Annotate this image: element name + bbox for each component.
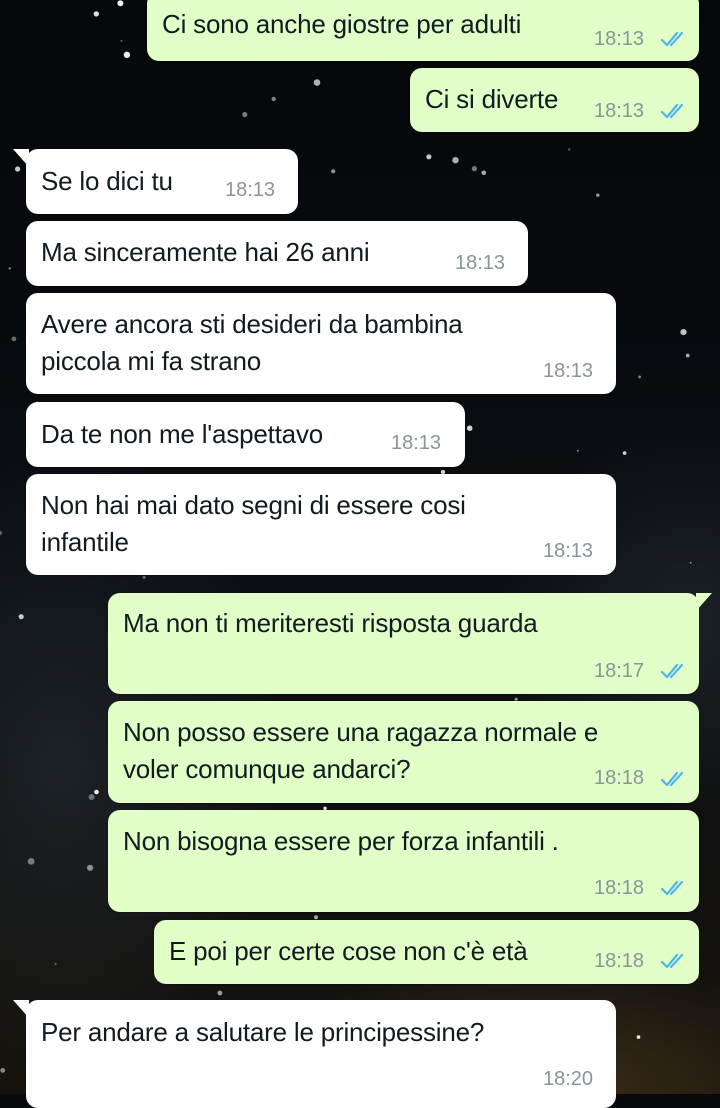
snowflake (93, 11, 100, 17)
message-timestamp: 18:18 (594, 877, 645, 899)
snowflake (142, 575, 146, 579)
message-bubble-incoming[interactable]: Non hai mai dato segni di essere cosi in… (26, 474, 616, 575)
snowflake (596, 193, 600, 197)
message-text: Non posso essere una ragazza normale e (123, 717, 599, 747)
message-text: Ma non ti meriteresti risposta guarda (123, 608, 538, 638)
message-bubble-outgoing[interactable]: Non bisogna essere per forza infantili .… (108, 810, 699, 912)
snowflake (217, 990, 223, 996)
snowflake (120, 39, 123, 42)
snowflake (0, 531, 3, 535)
snowflake (313, 79, 321, 86)
snowflake (18, 614, 24, 620)
read-double-check-icon (661, 880, 684, 896)
snowflake (638, 375, 641, 379)
message-text: E poi per certe cose non c'è età (169, 936, 528, 966)
snowflake (314, 915, 318, 920)
message-timestamp: 18:13 (543, 360, 594, 382)
snowflake (271, 96, 276, 102)
message-text: Non hai mai dato segni di essere cosi (41, 490, 466, 520)
snowflake (242, 112, 248, 118)
snowflake (11, 336, 17, 342)
read-double-check-icon (661, 31, 684, 47)
snowflake (622, 451, 627, 455)
snowflake (94, 789, 99, 795)
message-timestamp: 18:13 (391, 432, 442, 454)
snowflake (685, 353, 690, 358)
message-timestamp: 18:13 (594, 100, 645, 122)
message-text: Da te non me l'aspettavo (41, 419, 323, 449)
message-timestamp: 18:13 (594, 28, 645, 50)
read-double-check-icon (661, 953, 684, 969)
message-timestamp: 18:17 (594, 660, 645, 682)
snowflake (689, 561, 692, 564)
message-text: Ci sono anche giostre per adulti (162, 9, 522, 39)
message-text: Non bisogna essere per forza infantili . (123, 826, 559, 856)
message-text: piccola mi fa strano (41, 346, 261, 376)
snowflake (466, 425, 473, 432)
snowflake (680, 329, 687, 336)
message-bubble-incoming[interactable]: Per andare a salutare le principessine? … (13, 1000, 616, 1108)
message-timestamp: 18:18 (594, 767, 645, 789)
message-bubble-outgoing[interactable]: Non posso essere una ragazza normale e v… (108, 701, 699, 803)
snowflake (426, 154, 432, 160)
message-timestamp: 18:20 (543, 1068, 594, 1090)
message-bubble-outgoing[interactable]: E poi per certe cose non c'è età 18:18 (154, 920, 699, 984)
snowflake (471, 166, 477, 172)
snowflake (88, 794, 95, 800)
snowflake (15, 166, 21, 172)
snowflake (452, 157, 459, 164)
message-bubble-incoming[interactable]: Da te non me l'aspettavo 18:13 (26, 402, 465, 467)
snowflake (27, 858, 35, 865)
message-text: infantile (41, 527, 129, 557)
message-bubble-outgoing[interactable]: Ci sono anche giostre per adulti 18:13 (147, 0, 699, 61)
message-bubble-incoming[interactable]: Se lo dici tu 18:13 (13, 149, 298, 214)
snowflake (331, 169, 336, 174)
message-bubble-outgoing[interactable]: Ci si diverte 18:13 (410, 68, 699, 132)
message-text: Per andare a salutare le principessine? (41, 1017, 485, 1047)
message-text: voler comunque andarci? (123, 754, 411, 784)
message-bubble-outgoing[interactable]: Ma non ti meriteresti risposta guarda 18… (108, 593, 712, 694)
message-text: Se lo dici tu (41, 166, 173, 196)
message-timestamp: 18:13 (455, 252, 506, 274)
snowflake (481, 170, 487, 176)
read-double-check-icon (661, 103, 684, 119)
message-text: Ma sinceramente hai 26 anni (41, 237, 370, 267)
snowflake (123, 51, 131, 58)
snowflake (576, 449, 579, 452)
message-timestamp: 18:18 (594, 950, 645, 972)
message-timestamp: 18:13 (225, 179, 276, 201)
snowflake (8, 267, 11, 270)
message-bubble-incoming[interactable]: Avere ancora sti desideri da bambina pic… (26, 293, 616, 394)
snowflake (87, 864, 94, 871)
snowflake (636, 1035, 641, 1039)
message-bubble-incoming[interactable]: Ma sinceramente hai 26 anni 18:13 (26, 221, 528, 286)
snowflake (0, 1068, 6, 1073)
message-timestamp: 18:13 (543, 540, 594, 562)
read-double-check-icon (661, 771, 684, 787)
message-text: Avere ancora sti desideri da bambina (41, 309, 463, 339)
snowflake (54, 962, 57, 965)
message-text: Ci si diverte (425, 84, 559, 114)
read-double-check-icon (661, 663, 684, 679)
snowflake (117, 0, 124, 7)
snowflake (568, 148, 571, 151)
